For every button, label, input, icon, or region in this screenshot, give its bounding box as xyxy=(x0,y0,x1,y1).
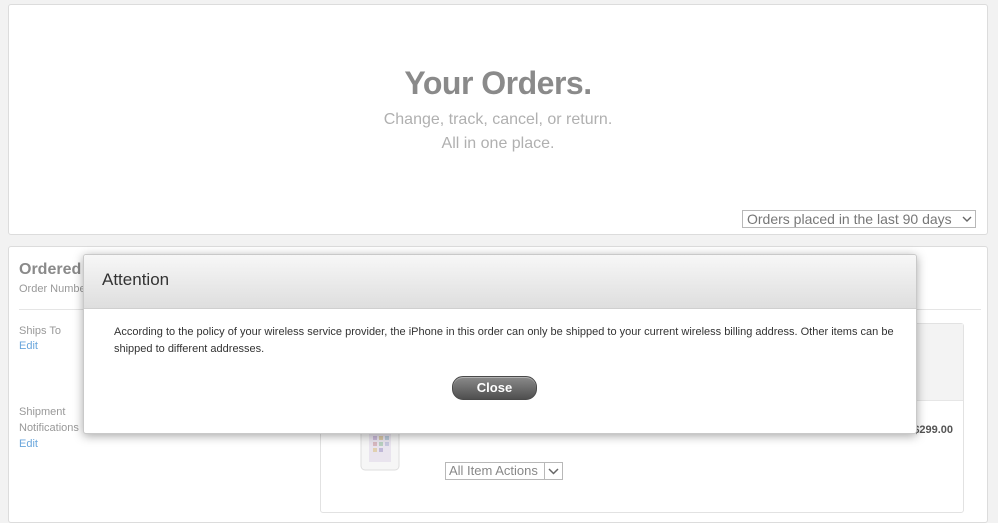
item-actions-dropdown-button[interactable] xyxy=(544,463,562,479)
chevron-down-icon xyxy=(548,468,559,475)
shipment-notifications-label-1: Shipment xyxy=(19,406,66,418)
dialog-header: Attention xyxy=(84,255,916,309)
order-number-label: Order Numbe xyxy=(19,283,86,295)
order-period-select-value: Orders placed in the last 90 days xyxy=(747,211,952,227)
order-title: Ordered xyxy=(19,261,82,278)
dialog-message: According to the policy of your wireless… xyxy=(114,326,894,355)
chevron-down-icon xyxy=(962,216,972,222)
item-price: $299.00 xyxy=(913,424,953,436)
ships-to-label: Ships To xyxy=(19,325,61,337)
hero-subtitle-1: Change, track, cancel, or return. xyxy=(383,111,613,128)
close-button[interactable]: Close xyxy=(452,376,537,400)
iphone-thumbnail-icon xyxy=(360,429,400,471)
dialog-title: Attention xyxy=(102,270,170,289)
shipment-notifications-label-2: Notifications xyxy=(19,422,79,434)
orders-hero-panel: Your Orders. Change, track, cancel, or r… xyxy=(8,4,988,235)
hero-subtitle-2: All in one place. xyxy=(441,135,555,152)
ships-to-edit-link[interactable]: Edit xyxy=(19,340,38,352)
order-period-select[interactable]: Orders placed in the last 90 days xyxy=(742,210,976,228)
attention-dialog: Attention According to the policy of you… xyxy=(83,254,917,434)
page-title: Your Orders. xyxy=(404,65,592,101)
item-actions-select[interactable]: All Item Actions xyxy=(445,462,563,480)
notifications-edit-link[interactable]: Edit xyxy=(19,438,38,450)
item-actions-select-value: All Item Actions xyxy=(449,463,538,478)
